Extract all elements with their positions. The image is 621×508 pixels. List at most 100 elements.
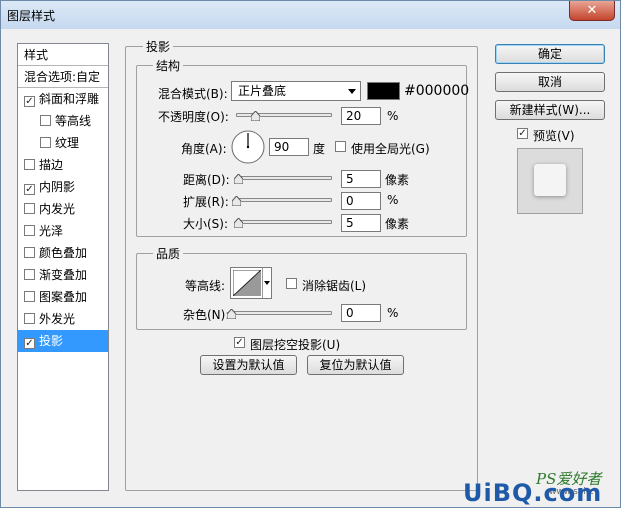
sidebar-item-label: 内发光 bbox=[39, 202, 76, 216]
sidebar-item-checkbox[interactable] bbox=[24, 225, 35, 236]
sidebar-item-checkbox[interactable]: ✓ bbox=[24, 96, 35, 107]
noise-unit: % bbox=[387, 306, 399, 320]
styles-list-header: 样式 bbox=[18, 44, 108, 66]
contour-dropdown[interactable] bbox=[262, 268, 271, 298]
sidebar-item-checkbox[interactable] bbox=[40, 115, 51, 126]
title-bar[interactable]: 图层样式 ✕ bbox=[1, 1, 620, 29]
angle-unit: 度 bbox=[313, 142, 326, 156]
global-light-checkbox[interactable] bbox=[335, 141, 346, 152]
antialias-checkbox[interactable] bbox=[286, 278, 297, 289]
noise-slider-thumb[interactable] bbox=[227, 309, 236, 319]
preview-checkbox[interactable]: ✓ bbox=[517, 128, 528, 139]
sidebar-item-style[interactable]: 颜色叠加 bbox=[18, 242, 108, 264]
sidebar-item-label: 混合选项:自定 bbox=[24, 70, 101, 84]
sidebar-item-checkbox[interactable] bbox=[24, 159, 35, 170]
sidebar-item-blending-options[interactable]: 混合选项:自定 bbox=[18, 66, 108, 88]
preview-label: 预览(V) bbox=[533, 129, 575, 143]
sidebar-item-label: 颜色叠加 bbox=[39, 246, 88, 260]
blend-mode-label: 混合模式(B): bbox=[158, 87, 228, 101]
blend-mode-select[interactable]: 正片叠底 bbox=[231, 81, 361, 101]
sidebar-item-label: 描边 bbox=[39, 158, 64, 172]
drop-shadow-title: 投影 bbox=[143, 38, 174, 55]
spread-label: 扩展(R): bbox=[183, 195, 229, 209]
angle-dial[interactable] bbox=[230, 129, 266, 165]
noise-slider-track[interactable] bbox=[231, 311, 332, 315]
sidebar-item-label: 图案叠加 bbox=[39, 290, 88, 304]
sidebar-item-style[interactable]: ✓ 投影 bbox=[18, 330, 108, 352]
sidebar-item-style[interactable]: 描边 bbox=[18, 154, 108, 176]
sidebar-item-style[interactable]: 渐变叠加 bbox=[18, 264, 108, 286]
angle-input[interactable]: 90 bbox=[269, 138, 309, 156]
knockout-checkbox[interactable]: ✓ bbox=[234, 337, 245, 348]
chevron-down-icon bbox=[348, 89, 356, 94]
sidebar-item-style[interactable]: ✓ 内阴影 bbox=[18, 176, 108, 198]
ok-button[interactable]: 确定 bbox=[495, 44, 605, 64]
window-title: 图层样式 bbox=[7, 9, 56, 23]
styles-list: 样式 混合选项:自定 ✓ 斜面和浮雕等高线纹理描边 ✓ 内阴影内发光光泽颜色叠加渐变叠加… bbox=[17, 43, 109, 491]
contour-label: 等高线: bbox=[185, 279, 226, 293]
antialias-label: 消除锯齿(L) bbox=[302, 279, 367, 293]
sidebar-item-checkbox[interactable] bbox=[24, 313, 35, 324]
opacity-slider-thumb[interactable] bbox=[251, 111, 261, 121]
style-preview bbox=[517, 148, 583, 214]
chevron-down-icon bbox=[264, 281, 270, 285]
sidebar-item-checkbox[interactable]: ✓ bbox=[24, 184, 35, 195]
sidebar-item-style[interactable]: ✓ 斜面和浮雕 bbox=[18, 88, 108, 110]
shadow-color-value: #000000 bbox=[404, 83, 470, 99]
knockout-label: 图层挖空投影(U) bbox=[250, 338, 341, 352]
close-button[interactable]: ✕ bbox=[569, 1, 615, 21]
distance-unit: 像素 bbox=[385, 173, 410, 187]
sidebar-item-checkbox[interactable]: ✓ bbox=[24, 338, 35, 349]
sidebar-item-checkbox[interactable] bbox=[24, 247, 35, 258]
sidebar-item-label: 光泽 bbox=[39, 224, 64, 238]
sidebar-item-label: 外发光 bbox=[39, 312, 76, 326]
distance-slider-thumb[interactable] bbox=[233, 174, 243, 184]
sidebar-item-label: 投影 bbox=[39, 334, 64, 348]
structure-title: 结构 bbox=[153, 57, 184, 74]
shadow-color-swatch[interactable] bbox=[367, 82, 400, 100]
cancel-button[interactable]: 取消 bbox=[495, 72, 605, 92]
spread-unit: % bbox=[387, 193, 399, 207]
sidebar-item-label: 纹理 bbox=[55, 136, 80, 150]
sidebar-item-checkbox[interactable] bbox=[24, 269, 35, 280]
sidebar-item-checkbox[interactable] bbox=[24, 291, 35, 302]
size-label: 大小(S): bbox=[183, 217, 229, 231]
noise-input[interactable]: 0 bbox=[341, 304, 381, 322]
size-slider-track[interactable] bbox=[236, 220, 332, 224]
sidebar-item-style[interactable]: 光泽 bbox=[18, 220, 108, 242]
sidebar-item-checkbox[interactable] bbox=[40, 137, 51, 148]
sidebar-item-style[interactable]: 图案叠加 bbox=[18, 286, 108, 308]
sidebar-item-label: 斜面和浮雕 bbox=[39, 92, 100, 106]
spread-input[interactable]: 0 bbox=[341, 192, 381, 210]
sidebar-item-label: 等高线 bbox=[55, 114, 92, 128]
distance-input[interactable]: 5 bbox=[341, 170, 381, 188]
sidebar-item-style[interactable]: 外发光 bbox=[18, 308, 108, 330]
preview-swatch bbox=[534, 164, 566, 196]
sidebar-item-label: 渐变叠加 bbox=[39, 268, 88, 282]
distance-slider-track[interactable] bbox=[236, 176, 332, 180]
new-style-button[interactable]: 新建样式(W)... bbox=[495, 100, 605, 120]
global-light-label: 使用全局光(G) bbox=[351, 142, 430, 156]
sidebar-item-checkbox[interactable] bbox=[24, 203, 35, 214]
opacity-input[interactable]: 20 bbox=[341, 107, 381, 125]
blend-mode-value: 正片叠底 bbox=[238, 84, 287, 98]
spread-slider-thumb[interactable] bbox=[232, 196, 241, 206]
size-input[interactable]: 5 bbox=[341, 214, 381, 232]
contour-picker[interactable] bbox=[230, 267, 272, 299]
sidebar-item-label: 内阴影 bbox=[39, 180, 76, 194]
size-slider-thumb[interactable] bbox=[233, 218, 243, 228]
set-default-button[interactable]: 设置为默认值 bbox=[200, 355, 297, 375]
watermark-brand: UiBQ.com bbox=[463, 479, 603, 507]
sidebar-item-style[interactable]: 等高线 bbox=[18, 110, 108, 132]
spread-slider-track[interactable] bbox=[236, 198, 332, 202]
distance-label: 距离(D): bbox=[183, 173, 230, 187]
sidebar-item-style[interactable]: 内发光 bbox=[18, 198, 108, 220]
noise-label: 杂色(N): bbox=[183, 308, 230, 322]
layer-style-dialog: 图层样式 ✕ 样式 混合选项:自定 ✓ 斜面和浮雕等高线纹理描边 ✓ 内阴影内发光光泽颜… bbox=[0, 0, 621, 508]
sidebar-item-style[interactable]: 纹理 bbox=[18, 132, 108, 154]
angle-label: 角度(A): bbox=[181, 142, 227, 156]
opacity-label: 不透明度(O): bbox=[158, 110, 229, 124]
reset-default-button[interactable]: 复位为默认值 bbox=[307, 355, 404, 375]
opacity-unit: % bbox=[387, 109, 399, 123]
quality-title: 品质 bbox=[153, 245, 184, 262]
